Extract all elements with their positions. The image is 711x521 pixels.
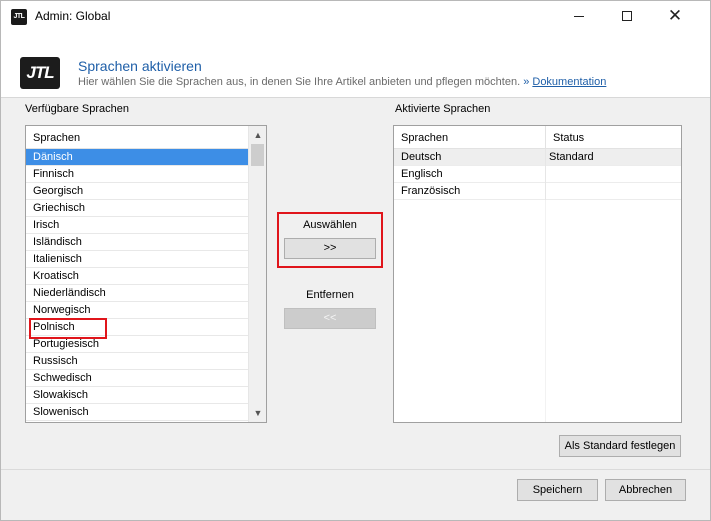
- subtitle-text: Hier wählen Sie die Sprachen aus, in den…: [78, 76, 521, 88]
- minimize-button[interactable]: [556, 1, 602, 32]
- available-language-item[interactable]: Isländisch: [26, 234, 248, 251]
- available-column-header[interactable]: Sprachen: [26, 126, 248, 149]
- available-language-item[interactable]: Slowakisch: [26, 387, 248, 404]
- save-button[interactable]: Speichern: [517, 479, 598, 501]
- available-language-item[interactable]: Finnisch: [26, 166, 248, 183]
- available-language-item[interactable]: Irisch: [26, 217, 248, 234]
- close-icon: ✕: [667, 6, 683, 26]
- maximize-button[interactable]: [604, 1, 650, 32]
- activated-language-row[interactable]: Deutsch Standard: [394, 149, 681, 166]
- minimize-icon: [574, 16, 584, 17]
- column-header-status[interactable]: Status: [545, 126, 681, 149]
- select-button[interactable]: >>: [284, 238, 376, 259]
- activated-rows: Deutsch Standard Englisch Französisch: [394, 149, 681, 200]
- maximize-icon: [622, 11, 632, 21]
- activated-language-status: [545, 183, 681, 200]
- app-icon: JTL: [11, 9, 27, 25]
- activated-language-name: Deutsch: [401, 151, 442, 163]
- close-button[interactable]: ✕: [652, 1, 698, 32]
- available-language-item[interactable]: Kroatisch: [26, 268, 248, 285]
- dialog-subtitle: Hier wählen Sie die Sprachen aus, in den…: [78, 76, 606, 88]
- available-language-item[interactable]: Italienisch: [26, 251, 248, 268]
- available-language-item[interactable]: Griechisch: [26, 200, 248, 217]
- column-divider: [545, 200, 546, 422]
- documentation-link[interactable]: Dokumentation: [532, 76, 606, 88]
- available-column-header-label: Sprachen: [33, 132, 81, 144]
- link-prefix: »: [523, 76, 530, 88]
- set-default-button[interactable]: Als Standard festlegen: [559, 435, 681, 457]
- scroll-up-icon[interactable]: ▲: [249, 126, 266, 144]
- column-header-languages-label: Sprachen: [401, 132, 449, 144]
- activated-language-row[interactable]: Französisch: [394, 183, 681, 200]
- available-language-item[interactable]: Georgisch: [26, 183, 248, 200]
- available-language-item[interactable]: Russisch: [26, 353, 248, 370]
- scroll-down-icon[interactable]: ▼: [249, 404, 266, 422]
- activated-language-status: [545, 166, 681, 183]
- scroll-thumb[interactable]: [251, 144, 264, 166]
- available-languages-list[interactable]: Sprachen Dänisch Finnisch Georgisch Griechi…: [25, 125, 267, 423]
- dialog-header: JTL Sprachen aktivieren Hier wählen Sie …: [1, 32, 710, 98]
- available-language-item[interactable]: Niederländisch: [26, 285, 248, 302]
- available-language-item[interactable]: Schwedisch: [26, 370, 248, 387]
- available-language-item[interactable]: Norwegisch: [26, 302, 248, 319]
- jtl-logo: JTL: [20, 57, 60, 89]
- cancel-button[interactable]: Abbrechen: [605, 479, 686, 501]
- select-label: Auswählen: [303, 219, 357, 231]
- window-title: Admin: Global: [35, 9, 111, 23]
- available-language-item[interactable]: Portugiesisch: [26, 336, 248, 353]
- column-header-status-label: Status: [553, 132, 585, 144]
- admin-window: JTL Admin: Global ✕ JTL Sprachen aktivie…: [0, 0, 711, 521]
- activated-language-row[interactable]: Englisch: [394, 166, 681, 183]
- column-header-languages[interactable]: Sprachen: [394, 126, 545, 149]
- title-bar: JTL Admin: Global ✕: [1, 1, 710, 32]
- remove-button[interactable]: <<: [284, 308, 376, 329]
- available-language-item[interactable]: Polnisch: [26, 319, 248, 336]
- activated-language-name: Englisch: [401, 168, 443, 180]
- activated-languages-label: Aktivierte Sprachen: [395, 103, 491, 115]
- available-language-item[interactable]: Slowenisch: [26, 404, 248, 421]
- activated-languages-list[interactable]: Sprachen Status Deutsch Standard Englisch F…: [393, 125, 682, 423]
- available-language-item[interactable]: Dänisch: [26, 149, 248, 166]
- available-scrollbar[interactable]: ▲ ▼: [248, 126, 266, 422]
- remove-label: Entfernen: [306, 289, 354, 301]
- available-rows: Dänisch Finnisch Georgisch Griechisch Irisch…: [26, 149, 248, 421]
- available-languages-label: Verfügbare Sprachen: [25, 103, 129, 115]
- footer: [1, 470, 710, 520]
- dialog-title: Sprachen aktivieren: [78, 58, 202, 74]
- activated-language-name: Französisch: [401, 185, 461, 197]
- activated-language-status: Standard: [545, 149, 681, 166]
